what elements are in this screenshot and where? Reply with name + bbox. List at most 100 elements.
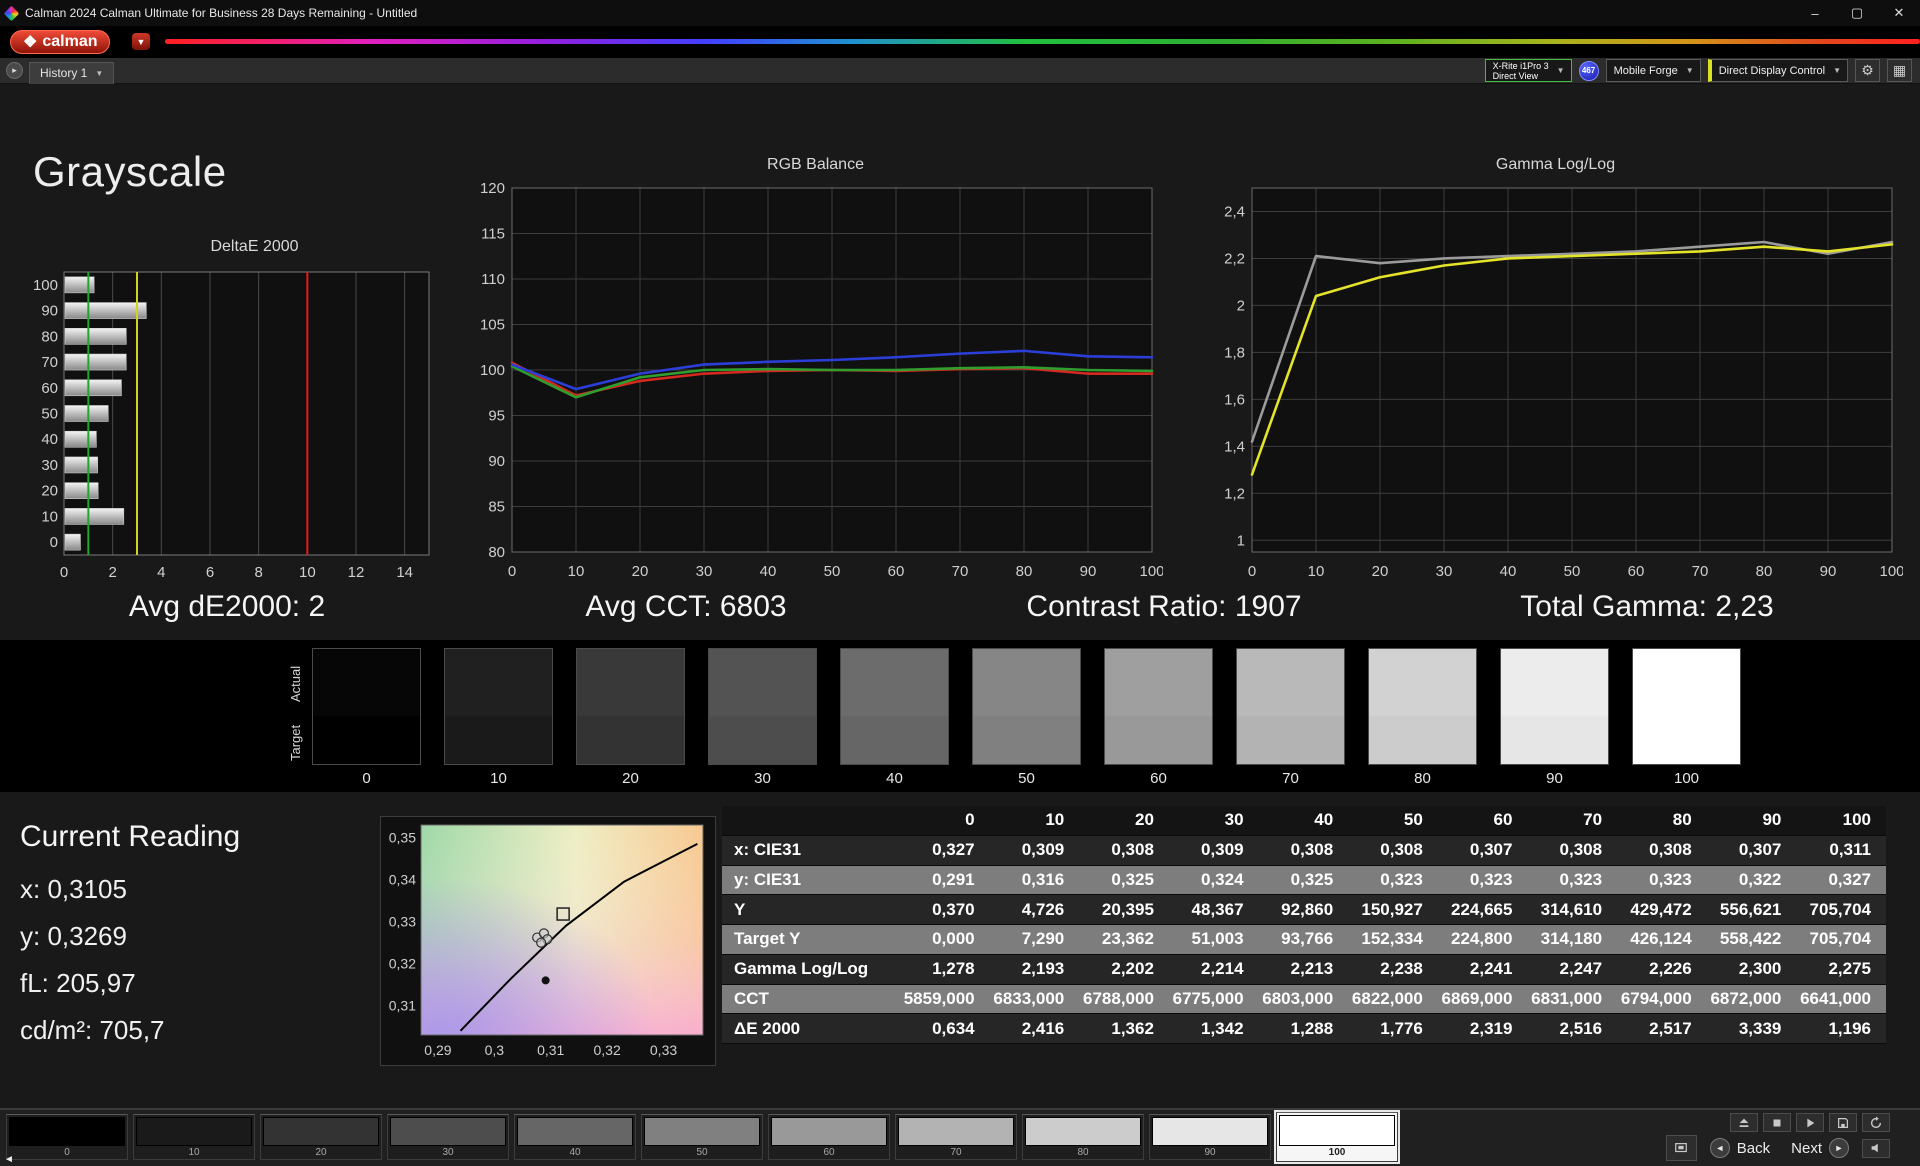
- source-select[interactable]: Mobile Forge ▼: [1605, 59, 1701, 82]
- y-tick-label: 95: [488, 408, 505, 425]
- grayscale-level-button-70[interactable]: 70: [895, 1114, 1017, 1160]
- stop-button[interactable]: [1763, 1113, 1791, 1132]
- table-cell: 0,325: [1111, 869, 1154, 889]
- table-cell: 2,275: [1828, 959, 1871, 979]
- save-button[interactable]: [1829, 1113, 1857, 1132]
- level-button-swatch: [898, 1117, 1014, 1146]
- deltae-bar-10: [64, 508, 125, 525]
- y-tick-label: 115: [481, 226, 505, 243]
- actual-swatch: [709, 649, 816, 716]
- back-button[interactable]: ◄ Back: [1702, 1138, 1778, 1158]
- minimize-button[interactable]: –: [1794, 0, 1836, 26]
- grayscale-level-button-20[interactable]: 20: [260, 1114, 382, 1160]
- table-row: x: CIE31 0,327 0,309 0,308 0,309 0,308 0,308 0,…: [722, 835, 1886, 866]
- actual-swatch: [1369, 649, 1476, 716]
- level-button-label: 10: [188, 1147, 200, 1158]
- y-tick-label: 60: [41, 380, 58, 397]
- grayscale-level-button-90[interactable]: 90: [1149, 1114, 1271, 1160]
- meter-select[interactable]: X-Rite i1Pro 3 Direct View ▼: [1484, 59, 1572, 82]
- swatch-level-label: 30: [754, 770, 771, 787]
- gear-icon: ⚙: [1861, 62, 1874, 78]
- swatch-square: [1236, 648, 1345, 765]
- next-button[interactable]: Next ►: [1783, 1138, 1857, 1158]
- chevron-left-icon: ◄: [4, 1154, 14, 1165]
- table-cell: 6794,000: [1620, 988, 1692, 1008]
- table-cell: 224,800: [1451, 929, 1513, 949]
- history-nav-button[interactable]: ▸: [6, 62, 23, 79]
- table-cell: 705,704: [1809, 899, 1871, 919]
- grayscale-level-button-60[interactable]: 60: [768, 1114, 890, 1160]
- swatch-level-label: 50: [1018, 770, 1035, 787]
- swatch-square: [1368, 648, 1477, 765]
- x-tick-label: 30: [696, 563, 713, 580]
- tab-history-1[interactable]: History 1 ▼: [29, 61, 115, 84]
- y-tick-label: 85: [488, 499, 505, 516]
- display-control-select[interactable]: Direct Display Control ▼: [1707, 59, 1848, 82]
- table-cell: 152,334: [1361, 929, 1423, 949]
- y-tick-label: 0,35: [389, 830, 416, 846]
- x-tick-label: 0: [1248, 563, 1256, 580]
- grayscale-level-button-50[interactable]: 50: [641, 1114, 763, 1160]
- table-cell: 556,621: [1719, 899, 1782, 919]
- table-cell: 0,323: [1469, 869, 1513, 889]
- swatch-level-label: 40: [886, 770, 903, 787]
- table-column-header: 40: [1314, 810, 1334, 830]
- stop-icon: [1773, 1119, 1781, 1126]
- x-tick-label: 70: [952, 563, 969, 580]
- table-column-header: 30: [1224, 810, 1244, 830]
- measured-point: [536, 937, 547, 948]
- grayscale-level-button-0[interactable]: 0: [6, 1114, 128, 1160]
- page-title: Grayscale: [33, 148, 227, 195]
- y-tick-label: 10: [41, 508, 58, 525]
- grayscale-swatch-70: 70: [1236, 648, 1345, 787]
- grayscale-level-button-40[interactable]: 40: [514, 1114, 636, 1160]
- display-mode-button[interactable]: [1665, 1135, 1697, 1161]
- table-cell: 6822,000: [1351, 988, 1423, 1008]
- table-row: y: CIE31 0,291 0,316 0,325 0,324 0,325 0,323 0,…: [722, 865, 1886, 896]
- mute-button[interactable]: [1862, 1138, 1890, 1158]
- grayscale-level-button-10[interactable]: 10: [133, 1114, 255, 1160]
- target-swatch: [1237, 715, 1344, 764]
- deltae-bar-100: [64, 276, 95, 294]
- layout-button[interactable]: ▦: [1887, 59, 1912, 82]
- maximize-button[interactable]: ▢: [1836, 0, 1878, 26]
- y-tick-label: 2,2: [1224, 250, 1245, 267]
- calman-menu-button[interactable]: ❖ calman: [10, 30, 111, 54]
- scroll-left-button[interactable]: ◄: [4, 1154, 14, 1165]
- x-tick-label: 0,32: [593, 1042, 620, 1058]
- table-cell: 5859,000: [903, 988, 975, 1008]
- x-tick-label: 50: [824, 563, 841, 580]
- table-cell: 429,472: [1630, 899, 1692, 919]
- grayscale-swatch-strip: Actual Target 0 10 20 30 40 50 60 70 80 90 100: [0, 640, 1920, 792]
- table-cell: 0,634: [932, 1018, 975, 1038]
- x-tick-label: 20: [1372, 563, 1389, 580]
- settings-button[interactable]: ⚙: [1855, 59, 1880, 82]
- eject-button[interactable]: [1730, 1113, 1758, 1132]
- grayscale-level-button-80[interactable]: 80: [1022, 1114, 1144, 1160]
- table-cell: 0,000: [932, 929, 975, 949]
- table-cell: 2,300: [1738, 959, 1782, 979]
- table-cell: 314,180: [1540, 929, 1603, 949]
- reading-y: y: 0,3269: [20, 921, 127, 951]
- refresh-icon: [1870, 1115, 1882, 1128]
- table-cell: 6872,000: [1710, 988, 1782, 1008]
- refresh-button[interactable]: [1862, 1113, 1890, 1132]
- grayscale-level-button-100[interactable]: 100: [1274, 1110, 1400, 1164]
- table-cell: 0,309: [1021, 840, 1065, 860]
- close-button[interactable]: ✕: [1878, 0, 1920, 26]
- calman-logo-text: calman: [42, 33, 98, 50]
- target-swatch: [1369, 715, 1476, 764]
- table-cell: 1,342: [1200, 1018, 1244, 1038]
- level-button-label: 80: [1077, 1147, 1089, 1158]
- calman-menu-caret[interactable]: ▼: [132, 33, 150, 50]
- grayscale-level-button-30[interactable]: 30: [387, 1114, 509, 1160]
- x-tick-label: 20: [632, 563, 649, 580]
- x-tick-label: 10: [1308, 563, 1325, 580]
- table-cell: 0,324: [1200, 869, 1244, 889]
- back-icon: ◄: [1709, 1138, 1730, 1158]
- table-cell: 2,238: [1380, 959, 1423, 979]
- play-button[interactable]: [1796, 1113, 1824, 1132]
- y-tick-label: 1: [1237, 532, 1245, 549]
- actual-swatch: [973, 649, 1080, 716]
- target-swatch: [709, 715, 816, 764]
